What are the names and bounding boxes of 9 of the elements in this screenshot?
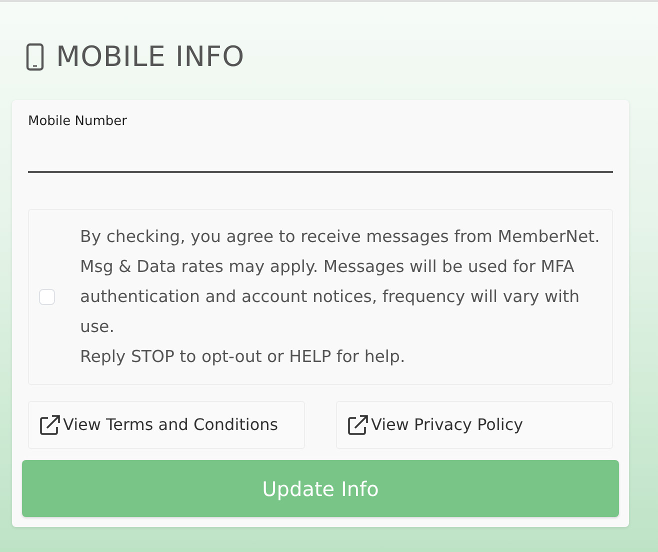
section-title: MOBILE INFO [56, 40, 245, 74]
consent-text: By checking, you agree to receive messages from MemberNet. Msg & Data rates may apply. Messages will be used for MFA authentication and account notices, frequency will vary with use. Reply STOP to opt-out or HELP for help. [80, 226, 601, 368]
consent-checkbox[interactable] [39, 289, 55, 306]
external-link[interactable]: View Terms and Conditions [28, 401, 305, 450]
external-link-icon [39, 414, 61, 436]
external-link[interactable]: View Privacy Policy [336, 401, 613, 450]
mobile-phone-icon [26, 42, 44, 71]
external-link-icon [347, 414, 369, 436]
field-label: Mobile Number [28, 112, 128, 131]
